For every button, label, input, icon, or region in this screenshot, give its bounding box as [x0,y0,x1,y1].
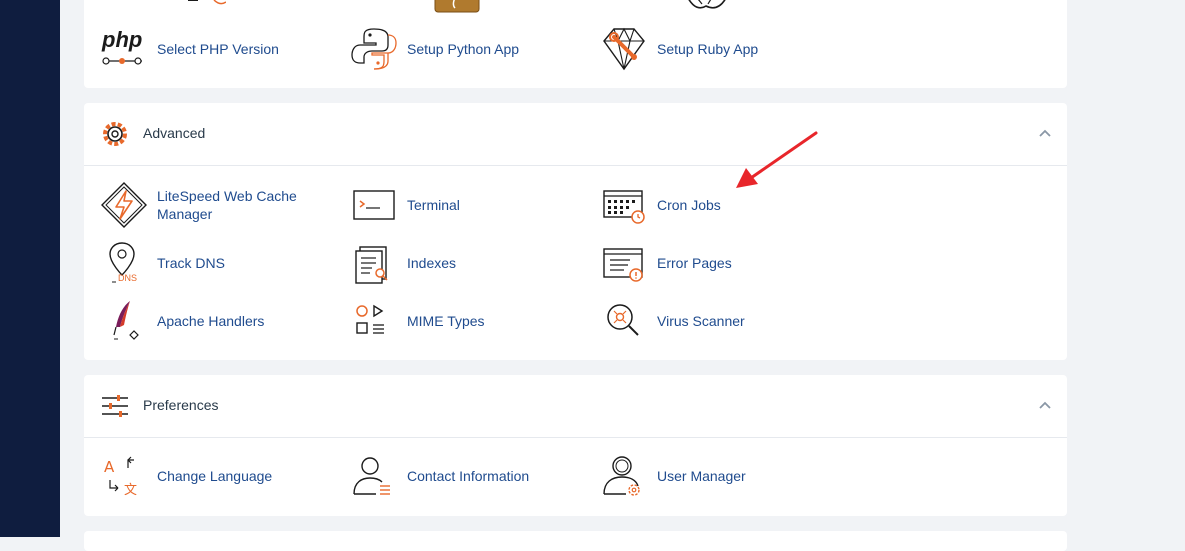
indexes-label: Indexes [407,255,457,271]
error-pages-icon [603,248,643,282]
advanced-header[interactable]: Advanced [84,103,1067,166]
panel-advanced: Advanced LiteSpeed Web Cache Manager Ter… [84,103,1067,360]
litespeed-web-cache-manager-item[interactable]: LiteSpeed Web Cache Manager [100,181,317,229]
preferences-header[interactable]: Preferences [84,375,1067,438]
select-php-version-item[interactable]: php Select PHP Version [100,25,279,73]
advanced-title: Advanced [143,125,206,141]
user-manager-label: User Manager [657,468,746,484]
select-php-version-label: Select PHP Version [157,41,279,57]
panel-preferences: Preferences A 文 Change Language Contact … [84,375,1067,516]
setup-ruby-app-label: Setup Ruby App [657,41,759,57]
track-dns-item[interactable]: DNS Track DNS [100,239,225,287]
change-language-label: Change Language [157,468,273,484]
virus-scanner-icon [607,304,639,336]
track-dns-label: Track DNS [157,255,225,271]
gear-icon [103,122,127,146]
apache-handlers-icon [113,301,139,340]
cron-jobs-icon [603,190,645,224]
php-icon-text: php [101,27,142,52]
sliders-icon [102,395,128,417]
ruby-icon [603,27,645,71]
chevron-up-icon[interactable] [1037,125,1053,141]
user-manager-item[interactable]: User Manager [600,452,746,500]
apache-handlers-item[interactable]: Apache Handlers [100,297,264,345]
panel-next [84,531,1067,551]
change-language-icon-a: A [104,458,115,476]
python-icon [351,28,397,70]
litespeed-web-cache-manager-label: LiteSpeed Web Cache Manager [157,188,297,222]
sidebar [0,0,60,537]
terminal-item[interactable]: Terminal [350,181,460,229]
contact-information-icon [353,457,390,495]
panel-software: php Select PHP Version Setup Python App … [84,0,1067,88]
indexes-item[interactable]: Indexes [350,239,456,287]
mime-types-icon [356,304,384,334]
partial-icon-right [688,0,726,9]
user-manager-icon [603,456,640,496]
cron-jobs-label: Cron Jobs [657,197,721,213]
track-dns-icon-text: DNS [118,273,137,283]
setup-ruby-app-item[interactable]: Setup Ruby App [600,25,758,73]
annotation-arrow-icon [736,131,818,188]
setup-python-app-item[interactable]: Setup Python App [350,25,519,73]
change-language-icon: A 文 [104,456,137,498]
change-language-item[interactable]: A 文 Change Language [100,452,272,500]
terminal-icon [353,190,395,220]
mime-types-label: MIME Types [407,313,485,329]
php-icon: php [101,27,142,65]
virus-scanner-label: Virus Scanner [657,313,745,329]
mime-types-item[interactable]: MIME Types [350,297,485,345]
contact-information-item[interactable]: Contact Information [350,452,529,500]
setup-python-app-label: Setup Python App [407,41,520,57]
error-pages-label: Error Pages [657,255,732,271]
partial-icon-left [188,0,226,5]
track-dns-icon: DNS [109,242,137,283]
preferences-title: Preferences [143,397,219,413]
litespeed-icon [101,182,147,228]
change-language-icon-b: 文 [124,483,137,498]
cron-jobs-item[interactable]: Cron Jobs [600,181,721,229]
contact-information-label: Contact Information [407,468,530,484]
apache-handlers-label: Apache Handlers [157,313,265,329]
terminal-label: Terminal [407,197,460,213]
chevron-up-icon[interactable] [1037,397,1053,413]
indexes-icon [355,246,388,284]
virus-scanner-item[interactable]: Virus Scanner [600,297,745,345]
partial-icon-mid [434,0,480,13]
error-pages-item[interactable]: Error Pages [600,239,732,287]
